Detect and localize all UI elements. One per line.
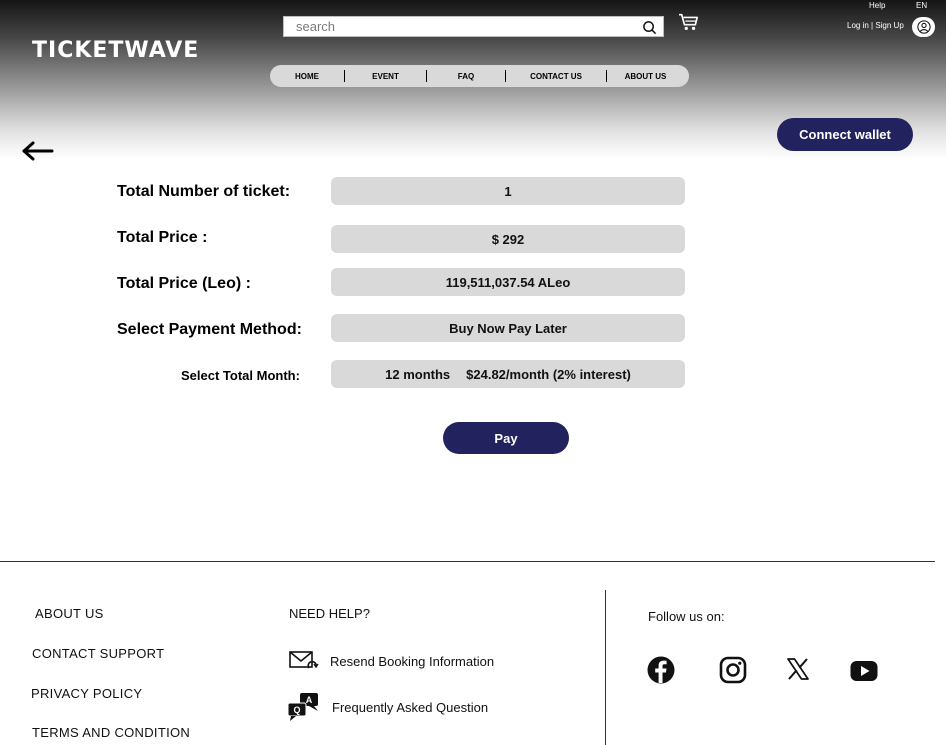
cart-icon[interactable] xyxy=(678,12,700,32)
svg-text:A: A xyxy=(306,695,313,705)
facebook-icon[interactable] xyxy=(647,656,675,684)
instagram-icon[interactable] xyxy=(719,656,747,684)
payment-method-label: Select Payment Method: xyxy=(117,321,302,338)
user-icon xyxy=(916,20,931,34)
resend-booking-label: Resend Booking Information xyxy=(330,653,495,669)
mail-resend-icon xyxy=(289,651,319,669)
search-icon[interactable] xyxy=(642,20,657,35)
total-month-select[interactable]: 12 months $24.82/month (2% interest) xyxy=(331,360,685,388)
footer-terms[interactable]: TERMS AND CONDITION xyxy=(32,725,190,740)
help-link[interactable]: Help xyxy=(869,1,885,10)
tickets-label: Total Number of ticket: xyxy=(117,183,291,200)
total-price-leo-field: 119,511,037.54 ALeo xyxy=(331,268,685,296)
language-selector[interactable]: EN xyxy=(916,1,927,10)
search-input[interactable] xyxy=(284,17,624,36)
footer-contact-support[interactable]: CONTACT SUPPORT xyxy=(32,646,164,661)
need-help-heading: NEED HELP? xyxy=(289,606,370,621)
total-price-label: Total Price : xyxy=(117,229,208,246)
x-icon[interactable] xyxy=(786,656,810,682)
footer-about-us[interactable]: ABOUT US xyxy=(35,606,104,621)
total-price-field: $ 292 xyxy=(331,225,685,253)
tickets-field: 1 xyxy=(331,177,685,205)
footer-divider xyxy=(0,561,935,562)
youtube-icon[interactable] xyxy=(850,657,878,685)
payment-method-select[interactable]: Buy Now Pay Later xyxy=(331,314,685,342)
nav-event[interactable]: EVENT xyxy=(345,72,426,81)
login-signup-link[interactable]: Log in | Sign Up xyxy=(847,21,904,30)
back-arrow-icon[interactable] xyxy=(20,140,54,162)
faq-label: Frequently Asked Question xyxy=(332,699,489,715)
site-logo[interactable]: TICKETWAVE xyxy=(32,38,199,63)
month-count: 12 months xyxy=(385,366,451,382)
resend-booking-link[interactable]: Resend Booking Information xyxy=(289,649,494,673)
pay-button[interactable]: Pay xyxy=(443,422,569,454)
total-month-label: Select Total Month: xyxy=(181,368,300,383)
nav-home[interactable]: HOME xyxy=(270,72,344,81)
nav-faq[interactable]: FAQ xyxy=(427,72,505,81)
nav-contact-us[interactable]: CONTACT US xyxy=(506,72,606,81)
faq-chat-icon: A Q xyxy=(287,693,318,721)
follow-us-heading: Follow us on: xyxy=(648,609,725,624)
nav-about-us[interactable]: ABOUT US xyxy=(607,72,684,81)
user-avatar[interactable] xyxy=(912,17,935,37)
footer-column-divider xyxy=(605,590,606,745)
month-rate: $24.82/month (2% interest) xyxy=(466,366,631,382)
connect-wallet-button[interactable]: Connect wallet xyxy=(777,118,913,151)
search-bar xyxy=(283,16,664,37)
faq-link[interactable]: A Q Frequently Asked Question xyxy=(287,692,488,722)
main-nav: HOME EVENT FAQ CONTACT US ABOUT US xyxy=(270,65,689,87)
footer-privacy-policy[interactable]: PRIVACY POLICY xyxy=(31,686,142,701)
total-price-leo-label: Total Price (Leo) : xyxy=(117,275,251,292)
svg-text:Q: Q xyxy=(293,705,300,715)
